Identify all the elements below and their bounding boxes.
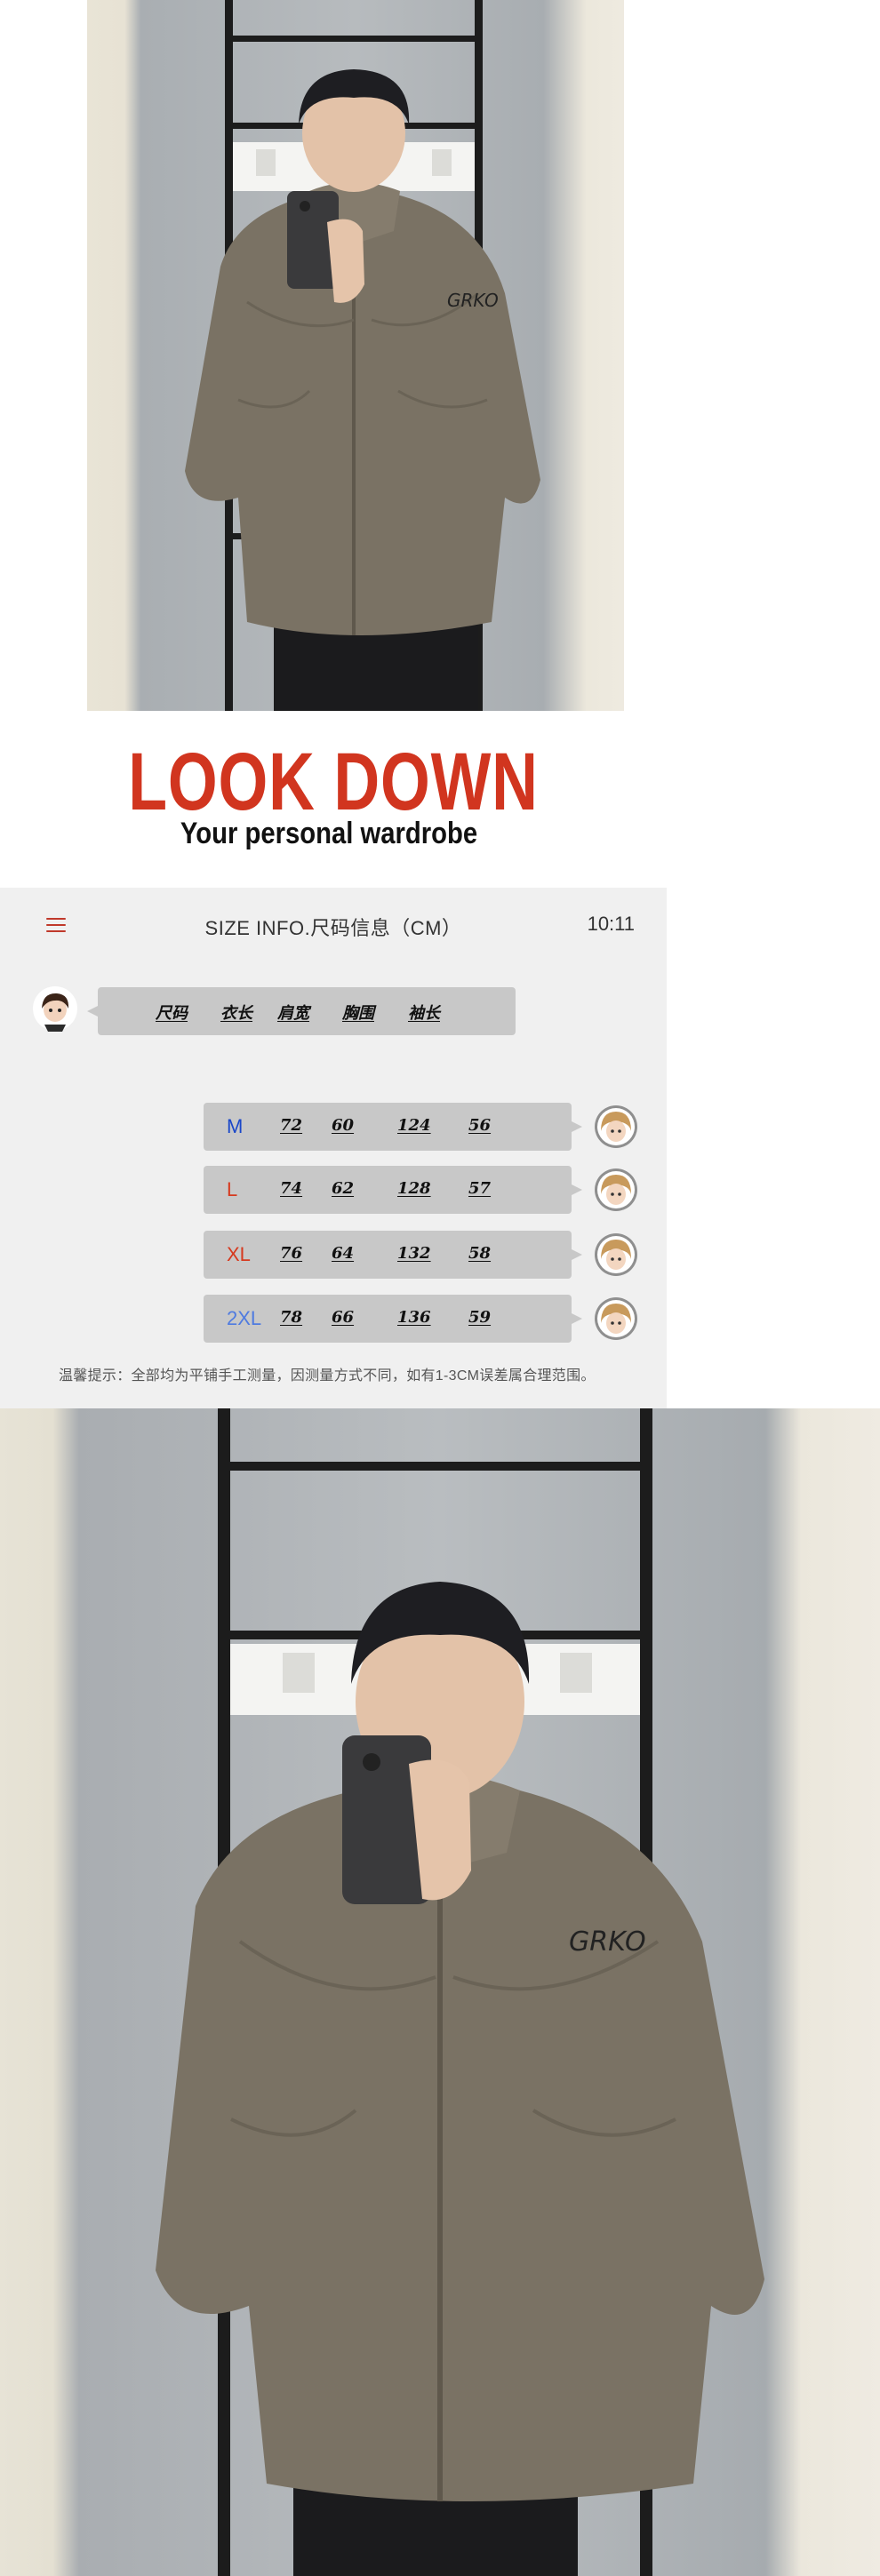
boy-avatar-icon: [33, 986, 77, 1032]
chest-value: 124: [397, 1116, 431, 1135]
length-value: 76: [280, 1244, 303, 1263]
girl-avatar-icon: [595, 1168, 637, 1211]
header-chest: 胸围: [342, 1004, 374, 1023]
sleeve-value: 58: [468, 1244, 492, 1263]
size-label: L: [227, 1178, 238, 1200]
model-jacket-illustration: GRKO: [185, 0, 540, 711]
brand-subtitle: Your personal wardrobe: [180, 817, 478, 850]
svg-text:GRKO: GRKO: [447, 290, 499, 311]
size-label: XL: [227, 1243, 251, 1265]
size-row-l: L 74 62 128 57: [204, 1166, 582, 1214]
girl-avatar-icon: [595, 1297, 637, 1340]
shoulder-value: 64: [332, 1244, 355, 1263]
brand-title: LOOK DOWN: [128, 737, 539, 827]
size-label: 2XL: [227, 1307, 262, 1329]
product-photo-top: GRKO: [87, 0, 624, 711]
shoulder-value: 66: [332, 1308, 355, 1327]
length-value: 78: [280, 1308, 303, 1327]
shoulder-value: 62: [332, 1179, 355, 1198]
sleeve-value: 57: [468, 1179, 492, 1198]
shoulder-value: 60: [332, 1116, 355, 1135]
sleeve-value: 56: [468, 1116, 492, 1135]
size-info-panel: SIZE INFO.尺码信息（CM） 10:11 尺码 衣长 肩宽 胸围 袖长 …: [0, 888, 667, 1408]
measurement-tip: 温馨提示：全部均为平铺手工测量，因测量方式不同，如有1-3CM误差属合理范围。: [59, 1368, 596, 1384]
size-row-2xl: 2XL 78 66 136 59: [204, 1295, 582, 1343]
header-sleeve: 袖长: [408, 1004, 440, 1023]
header-shoulder: 肩宽: [277, 1004, 309, 1023]
sleeve-value: 59: [468, 1308, 492, 1327]
chest-value: 132: [397, 1244, 431, 1263]
size-label: M: [227, 1115, 244, 1137]
svg-text:GRKO: GRKO: [569, 1926, 646, 1958]
girl-avatar-icon: [595, 1105, 637, 1148]
chest-value: 128: [397, 1179, 431, 1198]
header-size: 尺码: [156, 1004, 188, 1023]
size-info-title: SIZE INFO.尺码信息（CM）: [204, 917, 462, 939]
size-row-xl: XL 76 64 132 58: [204, 1231, 582, 1279]
header-length: 衣长: [220, 1004, 252, 1023]
length-value: 72: [280, 1116, 303, 1135]
length-value: 74: [280, 1179, 303, 1198]
product-photo-bottom: GRKO: [0, 1408, 880, 2576]
status-time: 10:11: [587, 913, 635, 935]
size-row-m: M 72 60 124 56: [204, 1103, 582, 1151]
size-table-header: 尺码 衣长 肩宽 胸围 袖长: [87, 987, 516, 1035]
model-jacket-closeup-illustration: GRKO: [156, 1408, 764, 2576]
girl-avatar-icon: [595, 1233, 637, 1276]
chest-value: 136: [397, 1308, 431, 1327]
